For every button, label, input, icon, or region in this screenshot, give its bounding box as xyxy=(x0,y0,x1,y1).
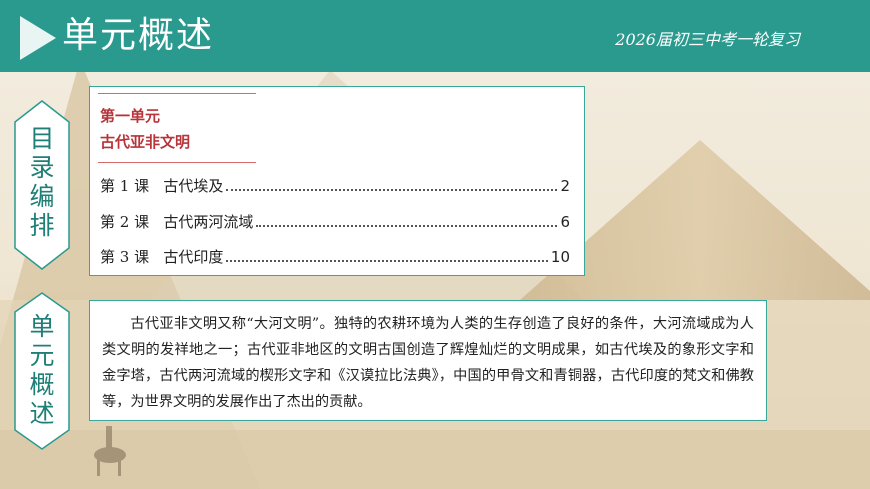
toc-label-char-2: 录 xyxy=(29,153,55,182)
summary-label-char-1: 单 xyxy=(29,312,55,341)
toc-label-char-4: 排 xyxy=(29,211,55,240)
unit-number: 第一单元 xyxy=(100,107,161,125)
toc-label-char-1: 目 xyxy=(29,124,55,153)
unit-title: 古代亚非文明 xyxy=(100,133,191,151)
toc-entry[interactable]: 第 1 课 古代埃及 2 xyxy=(100,175,570,197)
toc-entry-label: 第 3 课 古代印度 xyxy=(100,248,224,266)
toc-side-label: 目 录 编 排 xyxy=(14,100,70,270)
toc-entry-page: 10 xyxy=(550,248,570,266)
summary-text: 古代亚非文明又称“大河文明”。独特的农耕环境为人类的生存创造了良好的条件，大河流… xyxy=(102,316,754,410)
summary-label-char-3: 概 xyxy=(29,370,55,399)
play-triangle-icon xyxy=(20,16,56,60)
leader-dots xyxy=(226,260,548,262)
summary-panel: 古代亚非文明又称“大河文明”。独特的农耕环境为人类的生存创造了良好的条件，大河流… xyxy=(89,300,767,421)
toc-entry[interactable]: 第 3 课 古代印度 10 xyxy=(100,246,570,268)
divider xyxy=(98,93,256,94)
page-title: 单元概述 xyxy=(62,15,215,56)
toc-entry-page: 6 xyxy=(560,213,570,231)
leader-dots xyxy=(226,189,558,191)
toc-entry-label: 第 2 课 古代两河流域 xyxy=(100,213,254,231)
summary-label-char-4: 述 xyxy=(29,399,55,428)
toc-entry-page: 2 xyxy=(560,177,570,195)
toc-entry[interactable]: 第 2 课 古代两河流域 6 xyxy=(100,211,570,233)
summary-label-char-2: 元 xyxy=(29,341,55,370)
summary-side-label: 单 元 概 述 xyxy=(14,292,70,450)
toc-label-char-3: 编 xyxy=(29,182,55,211)
divider xyxy=(98,162,256,163)
header-bar: 单元概述 2026届初三中考一轮复习 xyxy=(0,0,870,72)
page-subtitle: 2026届初三中考一轮复习 xyxy=(615,30,800,49)
toc-entry-label: 第 1 课 古代埃及 xyxy=(100,177,224,195)
leader-dots xyxy=(256,225,558,227)
toc-panel: 第一单元 古代亚非文明 第 1 课 古代埃及 2 第 2 课 古代两河流域 6 … xyxy=(89,86,585,276)
